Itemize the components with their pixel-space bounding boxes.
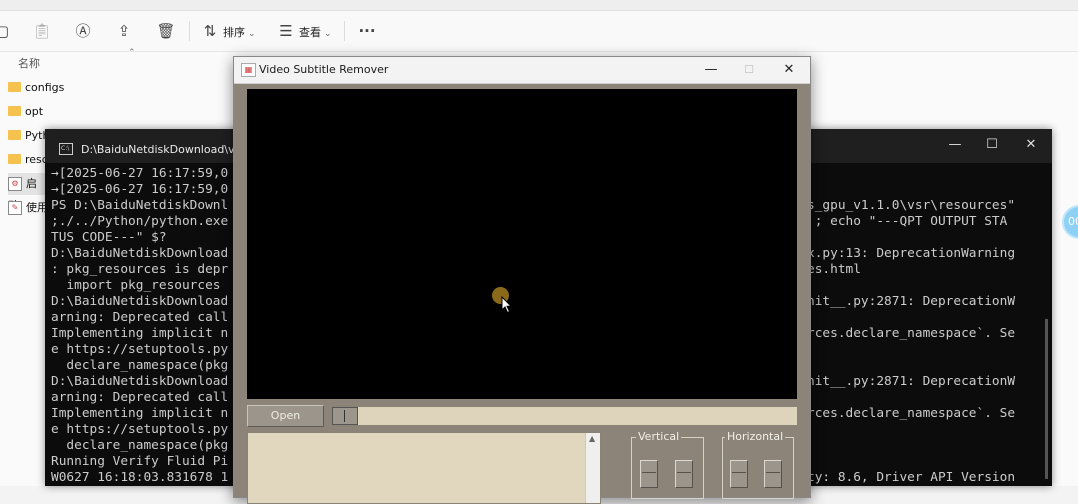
horizontal-frame: Horizontal bbox=[722, 430, 794, 499]
terminal-line: e https://setuptools.py bbox=[51, 422, 229, 437]
close-button[interactable]: ✕ bbox=[1016, 135, 1046, 155]
terminal-line: D:\BaiduNetdiskDownload bbox=[51, 294, 229, 309]
toolbar-separator bbox=[344, 21, 345, 41]
explorer-tab-strip bbox=[0, 0, 1078, 11]
view-button[interactable]: 查看 ⌄ bbox=[299, 24, 332, 40]
share-icon[interactable]: ⇪ bbox=[114, 21, 134, 41]
vertical-slider-1[interactable] bbox=[640, 460, 658, 488]
sort-button[interactable]: 排序 ⌄ bbox=[223, 24, 256, 40]
cut-icon[interactable]: ▢ bbox=[0, 21, 12, 41]
terminal-line: : pkg_resources is depr bbox=[51, 262, 229, 277]
terminal-icon: C:\ bbox=[59, 143, 73, 155]
terminal-line: ty: 8.6, Driver API Version bbox=[807, 470, 1016, 485]
scroll-up-icon[interactable]: ▲ bbox=[589, 434, 595, 443]
terminal-line: x.py:13: DeprecationWarning bbox=[807, 246, 1016, 261]
list-item[interactable]: ⚙︎启动 bbox=[8, 173, 46, 212]
window-title: Video Subtitle Remover bbox=[259, 63, 389, 76]
video-position-slider[interactable] bbox=[331, 406, 798, 426]
toolbar-separator bbox=[189, 21, 190, 41]
terminal-line: D:\BaiduNetdiskDownload bbox=[51, 246, 229, 261]
list-item[interactable]: configs bbox=[8, 77, 248, 99]
column-name-header[interactable]: 名称 bbox=[18, 55, 40, 71]
terminal-line: import pkg_resources bbox=[51, 278, 221, 293]
terminal-line: nit__.py:2871: DeprecationW bbox=[807, 294, 1016, 309]
terminal-line: s_gpu_v1.1.0\vsr\resources" bbox=[807, 198, 1016, 213]
list-item[interactable]: opt bbox=[8, 101, 248, 123]
video-preview bbox=[247, 89, 797, 399]
slider-thumb[interactable] bbox=[332, 407, 358, 425]
textarea-scrollbar[interactable]: ▲ bbox=[585, 433, 600, 503]
app-icon: ▦ bbox=[241, 63, 256, 77]
more-options-icon[interactable]: ··· bbox=[357, 21, 377, 41]
open-button[interactable]: Open bbox=[247, 405, 324, 427]
terminal-line: rces.declare_namespace`. Se bbox=[807, 326, 1016, 341]
close-button[interactable]: ✕ bbox=[774, 60, 804, 80]
terminal-line: declare_namespace(pkg bbox=[51, 438, 229, 453]
terminal-line: Implementing implicit n bbox=[51, 326, 229, 341]
folder-icon bbox=[8, 130, 21, 140]
terminal-line: TUS CODE---" $? bbox=[51, 230, 167, 245]
rename-icon[interactable]: Ⓐ bbox=[73, 21, 93, 41]
folder-icon bbox=[8, 154, 21, 164]
terminal-title: D:\BaiduNetdiskDownload\vsr bbox=[81, 143, 245, 156]
terminal-line: →[2025-06-27 16:17:59,0 bbox=[51, 166, 229, 181]
document-icon: ✎ bbox=[8, 201, 22, 215]
terminal-line: ;./../Python/python.exe bbox=[51, 214, 229, 229]
terminal-line: →[2025-06-27 16:17:59,0 bbox=[51, 182, 229, 197]
horizontal-slider-2[interactable] bbox=[764, 460, 782, 488]
sort-caret-icon: ⌃ bbox=[128, 48, 136, 58]
video-subtitle-remover-window[interactable]: ▦ Video Subtitle Remover — ☐ ✕ Open ▲ Ve… bbox=[233, 56, 811, 504]
terminal-line: PS D:\BaiduNetdiskDownl bbox=[51, 198, 229, 213]
vsr-title-bar[interactable]: ▦ Video Subtitle Remover — ☐ ✕ bbox=[234, 57, 810, 84]
chevron-down-icon: ⌄ bbox=[324, 29, 332, 39]
mouse-cursor-icon bbox=[501, 296, 513, 314]
paste-icon[interactable]: 📋︎ bbox=[32, 21, 52, 41]
minimize-button[interactable]: — bbox=[696, 60, 726, 80]
floating-assistant-icon[interactable]: 00 bbox=[1062, 205, 1078, 239]
terminal-scrollbar[interactable] bbox=[1045, 319, 1048, 479]
terminal-line: nit__.py:2871: DeprecationW bbox=[807, 374, 1016, 389]
vertical-frame: Vertical bbox=[631, 430, 704, 499]
vertical-label: Vertical bbox=[636, 430, 682, 443]
minimize-button[interactable]: — bbox=[940, 135, 970, 155]
terminal-line: arning: Deprecated call bbox=[51, 390, 229, 405]
chevron-down-icon: ⌄ bbox=[248, 29, 256, 39]
maximize-button: ☐ bbox=[744, 63, 754, 76]
folder-icon bbox=[8, 82, 21, 92]
terminal-line: declare_namespace(pkg bbox=[51, 358, 229, 373]
terminal-line: es.html bbox=[807, 262, 861, 277]
output-log-textarea[interactable]: ▲ bbox=[247, 432, 601, 504]
terminal-line: e https://setuptools.py bbox=[51, 342, 229, 357]
terminal-line: ; echo "---QPT OUTPUT STA bbox=[807, 214, 1008, 229]
terminal-line: arning: Deprecated call bbox=[51, 310, 229, 325]
terminal-line: rces.declare_namespace`. Se bbox=[807, 406, 1016, 421]
terminal-line: Implementing implicit n bbox=[51, 406, 229, 421]
sort-icon[interactable]: ⇅ bbox=[200, 21, 220, 41]
horizontal-slider-1[interactable] bbox=[730, 460, 748, 488]
app-icon: ⚙︎ bbox=[8, 177, 22, 191]
terminal-line: Running Verify Fluid Pi bbox=[51, 454, 229, 469]
maximize-button[interactable]: ☐ bbox=[977, 135, 1007, 155]
vertical-slider-2[interactable] bbox=[675, 460, 693, 488]
terminal-line: W0627 16:18:03.831678 1 bbox=[51, 470, 229, 485]
view-icon[interactable]: ☰ bbox=[276, 21, 296, 41]
horizontal-label: Horizontal bbox=[725, 430, 786, 443]
folder-icon bbox=[8, 106, 21, 116]
explorer-toolbar: ▢ 📋︎ Ⓐ ⇪ 🗑︎ ⇅ 排序 ⌄ ☰ 查看 ⌄ ··· bbox=[0, 11, 1078, 52]
terminal-line: D:\BaiduNetdiskDownload bbox=[51, 374, 229, 389]
delete-icon[interactable]: 🗑︎ bbox=[156, 21, 176, 41]
